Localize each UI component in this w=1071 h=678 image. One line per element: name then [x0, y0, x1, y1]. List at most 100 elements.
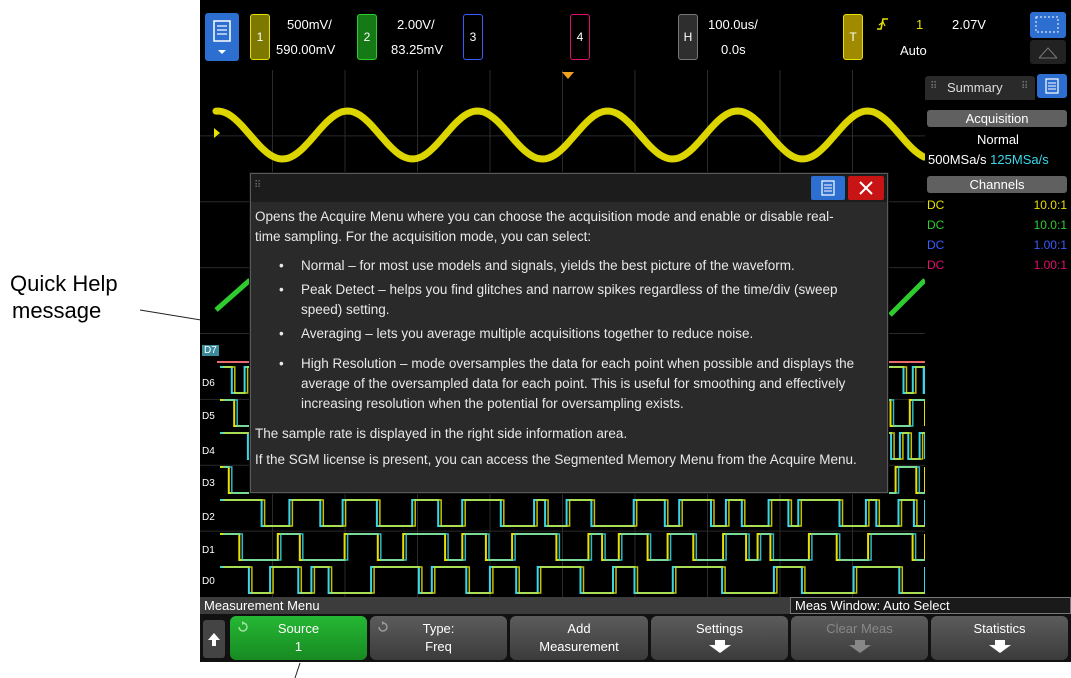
channel-4-number: 4: [576, 30, 584, 44]
trigger-level-marker: [214, 128, 220, 138]
panel-menu-button[interactable]: [1037, 74, 1067, 98]
channel-probe-ratio: 1.00:1: [1033, 258, 1067, 272]
horizontal-badge[interactable]: H: [678, 14, 698, 60]
softkey-settings-label: Settings: [696, 621, 743, 636]
digital-channel-label[interactable]: D6: [202, 378, 215, 389]
digital-channel-label[interactable]: D7: [202, 345, 219, 356]
acquisition-header[interactable]: Acquisition: [927, 110, 1067, 127]
oscilloscope-display: 1 500mV/ 590.00mV 2 2.00V/ 83.25mV 3 4 H…: [200, 0, 1071, 662]
channel-3-badge[interactable]: 3: [463, 14, 483, 60]
rising-edge-icon: [877, 18, 888, 30]
channel-1-scale: 500mV/: [287, 17, 332, 32]
softkey-statistics[interactable]: Statistics: [931, 616, 1068, 660]
channel-1-waveform: [212, 107, 928, 163]
quick-help-titlebar[interactable]: ⠿: [251, 174, 887, 202]
quick-help-dialog: ⠿ Opens the Acquire Menu where you can c…: [250, 173, 888, 493]
down-arrow-icon: [989, 640, 1011, 653]
channel-2-badge[interactable]: 2: [357, 14, 377, 60]
softkey-bar: Source 1 Type: Freq Add Measurement Sett…: [200, 614, 1071, 662]
top-status-bar: 1 500mV/ 590.00mV 2 2.00V/ 83.25mV 3 4 H…: [200, 0, 1071, 70]
softkey-add-measurement[interactable]: Add Measurement: [510, 616, 648, 660]
menu-list-icon: [1045, 78, 1059, 94]
channel-2-waveform: [214, 278, 252, 312]
digital-channel-label[interactable]: D5: [202, 411, 215, 422]
channel-1-offset: 590.00mV: [276, 42, 336, 57]
main-menu-button[interactable]: [205, 13, 239, 61]
softkey-statistics-label: Statistics: [973, 621, 1026, 636]
channel-coupling: DC: [927, 238, 945, 252]
horizontal-badge-label: H: [683, 30, 693, 44]
softkey-leader-line: [294, 662, 301, 678]
channel-1-badge[interactable]: 1: [250, 14, 270, 60]
trigger-level: 2.07V: [952, 17, 986, 32]
channel-coupling: DC: [927, 258, 945, 272]
back-button[interactable]: [203, 620, 225, 658]
menu-list-icon: [821, 180, 835, 196]
quick-help-menu-button[interactable]: [811, 176, 845, 200]
channel-coupling: DC: [927, 198, 945, 212]
info-side-panel: ⠿ Summary ⠿ Acquisition Normal 500MSa/s …: [925, 70, 1071, 597]
channels-header[interactable]: Channels: [927, 176, 1067, 193]
channel-probe-ratio: 1.00:1: [1033, 238, 1067, 252]
trigger-position-marker: [562, 72, 574, 79]
digital-waveform-overlay: [223, 533, 929, 561]
channel-4-badge[interactable]: 4: [570, 14, 590, 60]
quick-help-bullet: High Resolution – mode oversamples the d…: [301, 356, 855, 411]
softkey-source-label: Source: [277, 621, 320, 636]
quick-help-sgm-note: If the SGM license is present, you can a…: [255, 452, 857, 467]
trigger-badge[interactable]: T: [843, 14, 863, 60]
softkey-source[interactable]: Source 1: [230, 616, 367, 660]
digital-channel-label[interactable]: D2: [202, 512, 215, 523]
trigger-mode: Auto: [900, 43, 927, 58]
drag-grip-icon: ⠿: [254, 180, 262, 191]
digital-waveform-d1: [220, 533, 926, 561]
digital-channel-label[interactable]: D3: [202, 478, 215, 489]
softkey-add-value: Measurement: [539, 639, 619, 654]
digital-waveform-overlay: [223, 499, 929, 527]
drag-grip-icon: ⠿: [930, 81, 938, 92]
meas-window-field[interactable]: Meas Window: Auto Select: [790, 597, 1071, 614]
softkey-type-value: Freq: [425, 639, 452, 654]
channel-1-number: 1: [256, 30, 264, 44]
drag-grip-icon-2: ⠿: [1021, 81, 1029, 92]
cursor-button[interactable]: [1030, 40, 1066, 64]
softkey-add-label: Add: [567, 621, 591, 636]
sample-rate-max: 500MSa/s: [928, 152, 987, 167]
sample-rate: 500MSa/s 125MSa/s: [928, 153, 1049, 167]
channel-probe-ratio: 10.0:1: [1033, 218, 1067, 232]
softkey-clear-label: Clear Meas: [826, 621, 893, 636]
digital-channel-label[interactable]: D0: [202, 576, 215, 587]
up-arrow-icon: [208, 633, 220, 646]
trigger-source: 1: [916, 17, 924, 32]
softkey-type-label: Type:: [422, 621, 455, 636]
tab-summary-label: Summary: [947, 80, 1003, 95]
digital-channel-label[interactable]: D4: [202, 446, 215, 457]
bullet-marker: •: [279, 356, 284, 371]
bullet-marker: •: [279, 282, 284, 297]
softkey-source-value: 1: [294, 639, 303, 654]
quick-help-sample-rate-note: The sample rate is displayed in the righ…: [255, 426, 628, 441]
zoom-box-button[interactable]: [1030, 12, 1066, 38]
trigger-badge-label: T: [849, 30, 857, 44]
channel-3-number: 3: [469, 30, 477, 44]
quick-help-bullet: Peak Detect – helps you find glitches an…: [301, 282, 838, 317]
digital-channel-label[interactable]: D1: [202, 545, 215, 556]
channel-probe-ratio: 10.0:1: [1033, 198, 1067, 212]
tab-summary[interactable]: ⠿ Summary ⠿: [925, 76, 1035, 100]
menu-title-bar: Measurement Menu Meas Window: Auto Selec…: [200, 597, 1071, 614]
quick-help-close-button[interactable]: [848, 176, 884, 200]
horizontal-scale: 100.0us/: [708, 17, 758, 32]
channel-2-scale: 2.00V/: [397, 17, 435, 32]
menu-list-icon: [213, 20, 231, 54]
menu-title: Measurement Menu: [204, 598, 320, 613]
channel-2-waveform-right: [888, 278, 927, 317]
bullet-marker: •: [279, 326, 284, 341]
softkey-settings[interactable]: Settings: [651, 616, 788, 660]
acquisition-mode: Normal: [977, 132, 1019, 147]
softkey-clear-meas[interactable]: Clear Meas: [791, 616, 928, 660]
softkey-type[interactable]: Type: Freq: [370, 616, 507, 660]
sample-rate-current: 125MSa/s: [990, 152, 1049, 167]
horizontal-delay: 0.0s: [721, 42, 746, 57]
quick-help-bullet: Normal – for most use models and signals…: [301, 258, 795, 273]
channel-2-offset: 83.25mV: [391, 42, 444, 57]
